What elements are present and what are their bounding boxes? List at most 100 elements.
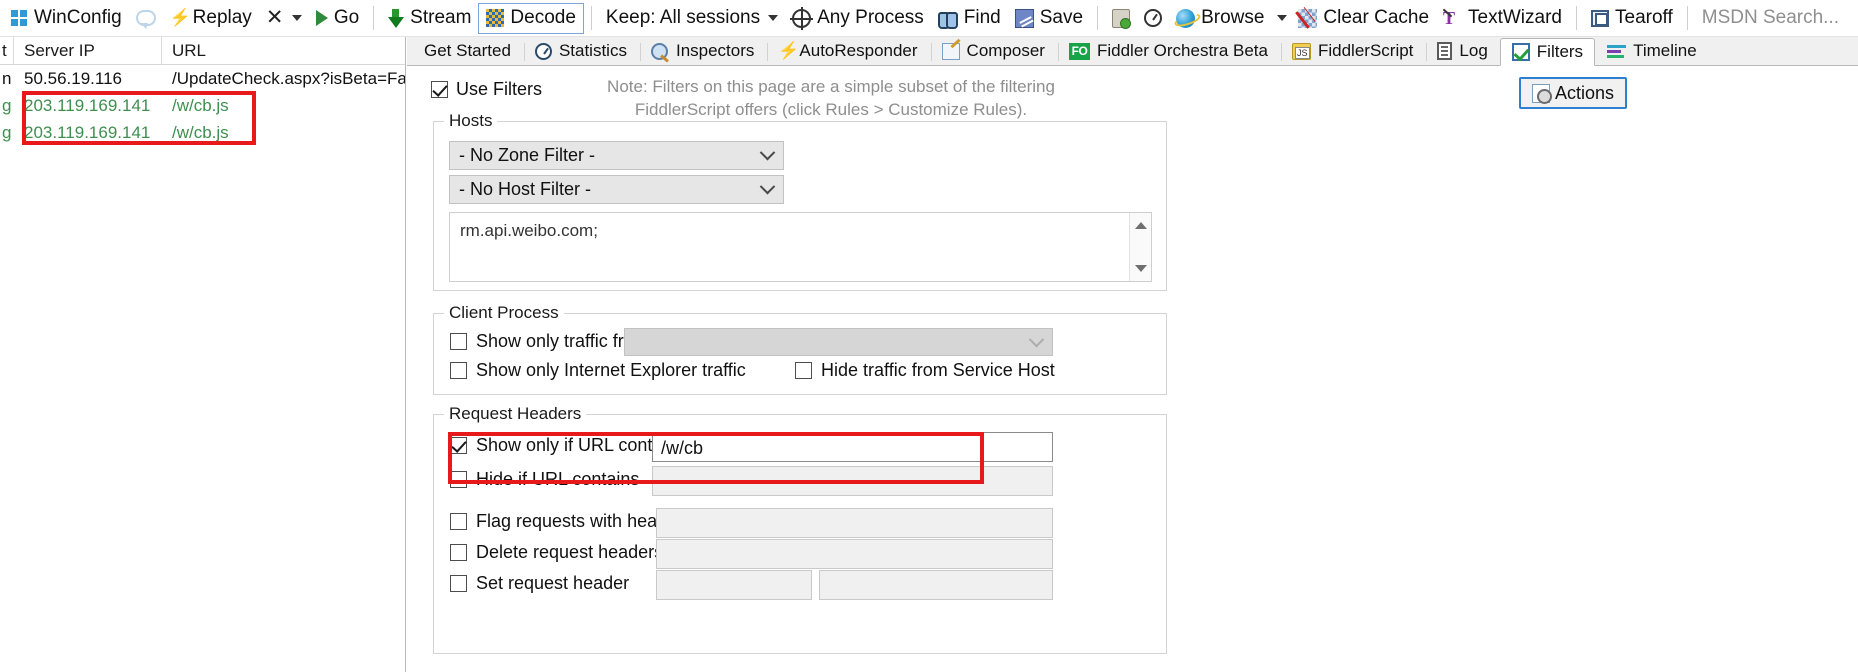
winconfig-button[interactable]: WinConfig xyxy=(4,3,129,34)
column-header-url[interactable]: URL xyxy=(162,37,405,65)
tab-label: Fiddler Orchestra Beta xyxy=(1096,41,1268,60)
sessions-list-panel[interactable]: t Server IP URL n 50.56.19.116 /UpdateCh… xyxy=(0,37,406,672)
filters-icon xyxy=(1511,43,1530,61)
comment-button[interactable] xyxy=(129,3,163,34)
row-flag: g xyxy=(2,96,12,115)
checkbox-box xyxy=(450,544,467,561)
chevron-down-icon[interactable] xyxy=(751,178,783,195)
msdn-search-label: MSDN Search... xyxy=(1701,7,1840,28)
go-button[interactable]: Go xyxy=(309,3,366,34)
tab-filters[interactable]: Filters xyxy=(1499,38,1596,66)
client-process-group-title: Client Process xyxy=(444,303,564,323)
inspectors-icon xyxy=(650,43,669,60)
tab-log[interactable]: Log xyxy=(1425,37,1499,65)
textwizard-button[interactable]: T TextWizard xyxy=(1436,3,1569,34)
clear-cache-button[interactable]: Clear Cache xyxy=(1291,3,1436,34)
tab-fiddlerscript[interactable]: FiddlerScript xyxy=(1280,37,1425,65)
decode-button[interactable]: Decode xyxy=(478,2,584,34)
clear-cache-icon xyxy=(1298,8,1318,28)
hosts-textarea-scrollbar[interactable] xyxy=(1129,213,1151,281)
delete-request-headers-input[interactable] xyxy=(656,539,1053,569)
scroll-up-icon[interactable] xyxy=(1135,222,1147,229)
chevron-down-icon[interactable] xyxy=(1020,331,1052,348)
tab-statistics[interactable]: Statistics xyxy=(523,37,639,65)
tab-label: Log xyxy=(1459,41,1488,60)
tab-inspectors[interactable]: Inspectors xyxy=(639,37,766,65)
tab-composer[interactable]: Composer xyxy=(930,37,1057,65)
table-row[interactable]: g 203.119.169.141 /w/cb.js xyxy=(0,92,405,119)
table-row[interactable]: g 203.119.169.141 /w/cb.js xyxy=(0,119,405,146)
hide-service-host-checkbox[interactable]: Hide traffic from Service Host xyxy=(795,360,1055,381)
any-process-label: Any Process xyxy=(817,7,924,28)
main-toolbar: WinConfig ⚡ Replay ✕ Go Stream Decode Ke… xyxy=(0,0,1858,37)
show-only-ie-traffic-label: Show only Internet Explorer traffic xyxy=(476,360,746,380)
chevron-down-icon[interactable] xyxy=(768,15,779,21)
chevron-down-icon[interactable] xyxy=(1277,15,1288,21)
row-server-ip: 203.119.169.141 xyxy=(24,96,151,115)
tab-label: FiddlerScript xyxy=(1317,41,1414,60)
browse-button[interactable]: Browse xyxy=(1169,3,1271,34)
actions-button[interactable]: Actions xyxy=(1519,77,1628,109)
use-filters-checkbox[interactable]: Use Filters xyxy=(431,79,542,100)
toolbar-separator-3 xyxy=(1097,6,1099,30)
column-header-server-ip[interactable]: Server IP xyxy=(14,37,162,65)
set-request-header-value-input[interactable] xyxy=(819,570,1053,600)
set-request-header-label: Set request header xyxy=(476,573,630,593)
remove-button[interactable]: ✕ xyxy=(259,3,309,34)
tearoff-button[interactable]: Tearoff xyxy=(1584,3,1680,34)
scroll-down-icon[interactable] xyxy=(1135,265,1147,272)
tab-fiddler-orchestra-beta[interactable]: FO Fiddler Orchestra Beta xyxy=(1057,37,1280,65)
show-only-if-url-contains-checkbox[interactable]: Show only if URL contains xyxy=(450,435,685,456)
hide-if-url-contains-checkbox[interactable]: Hide if URL contains xyxy=(450,469,639,490)
clear-cache-label: Clear Cache xyxy=(1323,7,1430,28)
traffic-from-process-dropdown[interactable] xyxy=(624,328,1053,356)
delete-request-headers-checkbox[interactable]: Delete request headers xyxy=(450,542,663,563)
msdn-search-input[interactable]: MSDN Search... xyxy=(1695,3,1846,34)
tearoff-icon xyxy=(1591,9,1609,27)
decode-label: Decode xyxy=(510,7,576,28)
table-row[interactable]: n 50.56.19.116 /UpdateCheck.aspx?isBeta=… xyxy=(0,65,405,92)
stream-button[interactable]: Stream xyxy=(381,3,478,34)
zone-filter-value: - No Zone Filter - xyxy=(459,145,596,165)
client-process-group: Client Process Show only traffic from Sh… xyxy=(433,303,1167,395)
tab-timeline[interactable]: Timeline xyxy=(1595,37,1709,65)
show-only-traffic-from-checkbox[interactable]: Show only traffic from xyxy=(450,331,649,352)
chevron-down-icon[interactable] xyxy=(291,15,302,21)
hide-service-host-label: Hide traffic from Service Host xyxy=(821,360,1055,380)
stream-icon xyxy=(388,8,405,28)
hide-if-url-contains-label: Hide if URL contains xyxy=(476,469,640,489)
replay-button[interactable]: ⚡ Replay xyxy=(163,3,259,34)
save-button[interactable]: Save xyxy=(1008,3,1090,34)
tab-label: Statistics xyxy=(558,41,627,60)
clipboard-icon xyxy=(1112,8,1132,29)
flag-requests-with-headers-input[interactable] xyxy=(656,508,1053,538)
toolbar-separator-2 xyxy=(590,6,592,30)
hosts-textarea[interactable]: rm.api.weibo.com; xyxy=(449,212,1152,282)
fiddler-window: WinConfig ⚡ Replay ✕ Go Stream Decode Ke… xyxy=(0,0,1858,672)
any-process-button[interactable]: Any Process xyxy=(785,3,931,34)
set-request-header-checkbox[interactable]: Set request header xyxy=(450,573,629,594)
tab-label: Composer xyxy=(966,41,1045,60)
keep-sessions-button[interactable]: Keep: All sessions xyxy=(599,3,785,34)
set-request-header-name-input[interactable] xyxy=(656,570,812,600)
show-only-ie-traffic-checkbox[interactable]: Show only Internet Explorer traffic xyxy=(450,360,746,381)
hide-if-url-contains-input[interactable] xyxy=(652,466,1053,496)
find-button[interactable]: Find xyxy=(931,3,1008,34)
replay-icon: ⚡ xyxy=(169,8,191,27)
tab-get-started[interactable]: Get Started xyxy=(412,37,523,65)
screenshot-button[interactable] xyxy=(1105,3,1137,34)
show-only-if-url-contains-input[interactable]: /w/cb xyxy=(652,432,1053,462)
tab-label: Timeline xyxy=(1633,41,1697,60)
browse-dropdown[interactable] xyxy=(1271,3,1291,34)
checkbox-box xyxy=(450,471,467,488)
timer-button[interactable] xyxy=(1137,3,1169,34)
stream-label: Stream xyxy=(410,7,472,28)
tab-autoresponder[interactable]: ⚡ AutoResponder xyxy=(766,37,929,65)
column-header-flag[interactable]: t xyxy=(0,37,14,65)
host-filter-dropdown[interactable]: - No Host Filter - xyxy=(449,175,784,204)
chevron-down-icon[interactable] xyxy=(751,144,783,161)
browse-label: Browse xyxy=(1201,7,1265,28)
fiddler-orchestra-icon: FO xyxy=(1068,42,1090,60)
zone-filter-dropdown[interactable]: - No Zone Filter - xyxy=(449,141,784,170)
use-filters-label: Use Filters xyxy=(456,79,543,99)
